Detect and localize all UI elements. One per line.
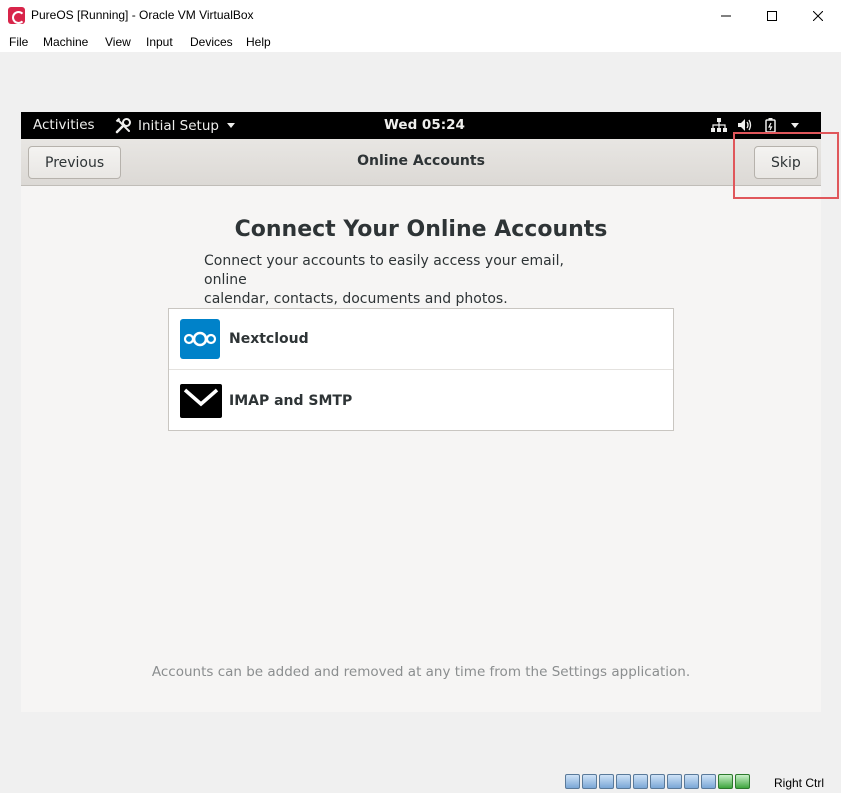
tools-icon	[115, 117, 131, 134]
video-capture-icon[interactable]	[684, 774, 699, 789]
content-heading: Connect Your Online Accounts	[234, 217, 608, 242]
minimize-icon	[721, 15, 731, 16]
optical-drive-icon[interactable]	[582, 774, 597, 789]
minimize-button[interactable]	[703, 0, 749, 31]
description-line-2: calendar, contacts, documents and photos…	[204, 291, 508, 307]
description-line-1: Connect your accounts to easily access y…	[204, 253, 564, 288]
mouse-integration-icon[interactable]	[735, 774, 750, 789]
close-button[interactable]	[795, 0, 841, 31]
guest-additions-icon[interactable]	[718, 774, 733, 789]
menu-view[interactable]: View	[105, 35, 131, 49]
usb-icon[interactable]	[633, 774, 648, 789]
provider-list: Nextcloud IMAP and SMTP	[168, 308, 674, 431]
host-key-label: Right Ctrl	[774, 776, 825, 790]
volume-icon	[738, 119, 752, 131]
close-icon	[813, 10, 823, 21]
window-title: PureOS [Running] - Oracle VM VirtualBox	[31, 8, 254, 22]
menu-machine[interactable]: Machine	[43, 35, 88, 49]
device-icons	[565, 774, 750, 789]
app-menu-label: Initial Setup	[138, 117, 219, 134]
mail-envelope-icon	[180, 381, 222, 421]
provider-label: IMAP and SMTP	[229, 392, 353, 409]
headerbar: Previous Online Accounts Skip	[21, 139, 821, 186]
provider-row-nextcloud[interactable]: Nextcloud	[169, 309, 673, 370]
vm-screen[interactable]: Activities Initial Setup Wed 05:24 Previ…	[21, 112, 821, 712]
window-titlebar: PureOS [Running] - Oracle VM VirtualBox	[0, 0, 841, 31]
system-tray[interactable]	[711, 117, 799, 133]
nextcloud-icon	[180, 319, 220, 359]
audio-icon[interactable]	[599, 774, 614, 789]
activities-button[interactable]: Activities	[33, 117, 95, 133]
display-icon[interactable]	[667, 774, 682, 789]
virtualbox-vm-icon	[8, 7, 25, 24]
menu-input[interactable]: Input	[146, 35, 173, 49]
page-title: Online Accounts	[357, 153, 485, 169]
system-menu-arrow-icon	[791, 122, 799, 128]
clock[interactable]: Wed 05:24	[384, 117, 465, 133]
menu-devices[interactable]: Devices	[190, 35, 233, 49]
app-menu[interactable]: Initial Setup	[115, 117, 235, 134]
provider-label: Nextcloud	[229, 331, 309, 347]
statusbar: Right Ctrl	[0, 771, 841, 793]
chevron-down-icon	[226, 123, 235, 128]
highlight-box	[733, 132, 839, 199]
menu-help[interactable]: Help	[246, 35, 271, 49]
virtualization-icon[interactable]	[701, 774, 716, 789]
network-icon	[711, 118, 727, 132]
maximize-button[interactable]	[749, 0, 795, 31]
gnome-topbar: Activities Initial Setup Wed 05:24	[21, 112, 821, 139]
battery-icon	[765, 118, 776, 133]
hard-disk-icon[interactable]	[565, 774, 580, 789]
content-description: Connect your accounts to easily access y…	[204, 252, 604, 309]
network-adapter-icon[interactable]	[616, 774, 631, 789]
provider-row-imap-smtp[interactable]: IMAP and SMTP	[169, 370, 673, 431]
menubar: File Machine View Input Devices Help	[0, 31, 841, 52]
maximize-icon	[767, 10, 777, 21]
footer-note: Accounts can be added and removed at any…	[151, 664, 691, 680]
shared-folders-icon[interactable]	[650, 774, 665, 789]
menu-file[interactable]: File	[9, 35, 28, 49]
